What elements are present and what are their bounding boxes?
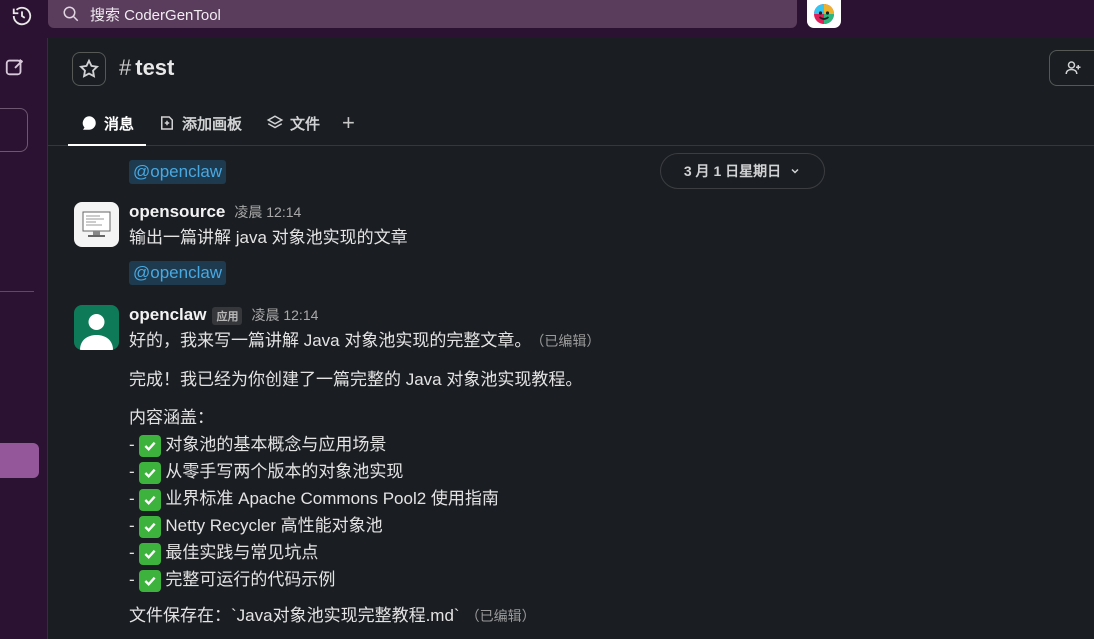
rail-divider bbox=[0, 291, 34, 292]
message-author[interactable]: opensource bbox=[129, 202, 225, 222]
message-line-1: 好的，我来写一篇讲解 Java 对象池实现的完整文章。 bbox=[129, 331, 532, 350]
channel-pane: # test 消息 添加画板 文件 + @openclaw 3 月 1 日星期日… bbox=[48, 38, 1094, 639]
list-bullet: - bbox=[129, 543, 135, 562]
list-bullet: - bbox=[129, 462, 135, 481]
add-people-button[interactable] bbox=[1049, 50, 1094, 86]
chevron-down-icon bbox=[789, 165, 801, 177]
list-item-text: Netty Recycler 高性能对象池 bbox=[165, 516, 383, 535]
tab-messages[interactable]: 消息 bbox=[68, 108, 147, 146]
app-badge: 应用 bbox=[212, 307, 243, 325]
edited-label: （已编辑） bbox=[465, 608, 536, 624]
message-bubble-icon bbox=[80, 114, 98, 132]
list-item: - 从零手写两个版本的对象池实现 bbox=[129, 458, 1049, 485]
layers-icon bbox=[266, 114, 284, 132]
list-bullet: - bbox=[129, 489, 135, 508]
list-item: - 业界标准 Apache Commons Pool2 使用指南 bbox=[129, 485, 1049, 512]
edited-label: （已编辑） bbox=[537, 333, 601, 349]
message-item: openclaw 应用 凌晨 12:14 好的，我来写一篇讲解 Java 对象池… bbox=[74, 305, 1074, 639]
tab-files[interactable]: 文件 bbox=[254, 108, 332, 138]
star-button[interactable] bbox=[72, 52, 106, 86]
rail-panel[interactable] bbox=[0, 108, 28, 152]
checkmark-icon bbox=[139, 516, 162, 538]
message-feed: @openclaw 3 月 1 日星期日 opensource 凌晨 12:14… bbox=[48, 147, 1094, 639]
list-item-text: 对象池的基本概念与应用场景 bbox=[165, 435, 387, 454]
left-rail bbox=[0, 38, 48, 639]
channel-hash: # bbox=[119, 55, 132, 80]
search-icon bbox=[62, 5, 80, 23]
star-icon bbox=[78, 58, 100, 78]
message-item: opensource 凌晨 12:14 输出一篇讲解 java 对象池实现的文章… bbox=[74, 202, 1074, 285]
channel-name: test bbox=[135, 55, 175, 80]
avatar[interactable] bbox=[74, 305, 119, 350]
coverage-title: 内容涵盖： bbox=[129, 408, 214, 427]
tab-label: 文件 bbox=[290, 115, 321, 133]
list-item: - 最佳实践与常见坑点 bbox=[129, 539, 1049, 566]
add-user-icon bbox=[1065, 61, 1081, 75]
list-item: - 对象池的基本概念与应用场景 bbox=[129, 431, 1049, 458]
message-text: 好的，我来写一篇讲解 Java 对象池实现的完整文章。 （已编辑） bbox=[129, 327, 1049, 355]
list-item-text: 从零手写两个版本的对象池实现 bbox=[165, 462, 404, 481]
list-bullet: - bbox=[129, 570, 135, 589]
top-bar: 搜索 CoderGenTool bbox=[0, 0, 1094, 38]
list-bullet: - bbox=[129, 435, 135, 454]
tab-label: 消息 bbox=[104, 115, 135, 133]
mention[interactable]: @openclaw bbox=[129, 160, 227, 184]
checkmark-icon bbox=[139, 462, 162, 484]
date-label: 3 月 1 日星期日 bbox=[683, 163, 782, 179]
checkmark-icon bbox=[139, 435, 162, 457]
date-divider[interactable]: 3 月 1 日星期日 bbox=[660, 153, 825, 189]
channel-title[interactable]: # test bbox=[119, 55, 174, 81]
list-item: - 完整可运行的代码示例 bbox=[129, 566, 1049, 593]
add-tab-button[interactable]: + bbox=[332, 108, 365, 138]
search-bar[interactable]: 搜索 CoderGenTool bbox=[48, 0, 797, 28]
file-path-text: 文件保存在：`Java对象池实现完整教程.md` bbox=[129, 606, 460, 625]
list-item: - Netty Recycler 高性能对象池 bbox=[129, 512, 1049, 539]
message-footer: 文件保存在：`Java对象池实现完整教程.md` （已编辑） bbox=[129, 602, 1049, 630]
message-time[interactable]: 凌晨 12:14 bbox=[251, 305, 318, 325]
channel-tabs: 消息 添加画板 文件 + bbox=[68, 108, 365, 146]
rail-active-item[interactable] bbox=[0, 443, 39, 478]
channel-header: # test 消息 添加画板 文件 + bbox=[48, 38, 1094, 146]
list-item-text: 最佳实践与常见坑点 bbox=[165, 543, 319, 562]
message-author[interactable]: openclaw bbox=[129, 305, 206, 325]
avatar[interactable] bbox=[74, 202, 119, 247]
checkmark-icon bbox=[139, 543, 162, 565]
search-placeholder: 搜索 CoderGenTool bbox=[90, 6, 221, 24]
checkmark-icon bbox=[139, 570, 162, 592]
tab-label: 添加画板 bbox=[182, 115, 243, 133]
message-body: opensource 凌晨 12:14 输出一篇讲解 java 对象池实现的文章… bbox=[129, 202, 1049, 285]
tab-add-canvas[interactable]: 添加画板 bbox=[146, 108, 254, 138]
compose-icon[interactable] bbox=[4, 56, 26, 78]
message-line-2: 完成！我已经为你创建了一篇完整的 Java 对象池实现教程。 bbox=[129, 370, 583, 389]
list-item-text: 完整可运行的代码示例 bbox=[165, 570, 336, 589]
mention[interactable]: @openclaw bbox=[129, 261, 227, 285]
workspace-logo-icon[interactable] bbox=[807, 0, 841, 28]
history-icon[interactable] bbox=[8, 2, 36, 30]
canvas-icon bbox=[158, 114, 176, 132]
checkmark-icon bbox=[139, 489, 162, 511]
coverage-list: - 对象池的基本概念与应用场景 - 从零手写两个版本的对象池实现 - 业界标准 … bbox=[129, 431, 1049, 593]
message-time[interactable]: 凌晨 12:14 bbox=[234, 202, 301, 222]
message-body: openclaw 应用 凌晨 12:14 好的，我来写一篇讲解 Java 对象池… bbox=[129, 305, 1049, 630]
list-bullet: - bbox=[129, 516, 135, 535]
mention-link[interactable]: @openclaw bbox=[129, 160, 227, 184]
message-text: 输出一篇讲解 java 对象池实现的文章 bbox=[129, 228, 408, 247]
list-item-text: 业界标准 Apache Commons Pool2 使用指南 bbox=[165, 489, 499, 508]
